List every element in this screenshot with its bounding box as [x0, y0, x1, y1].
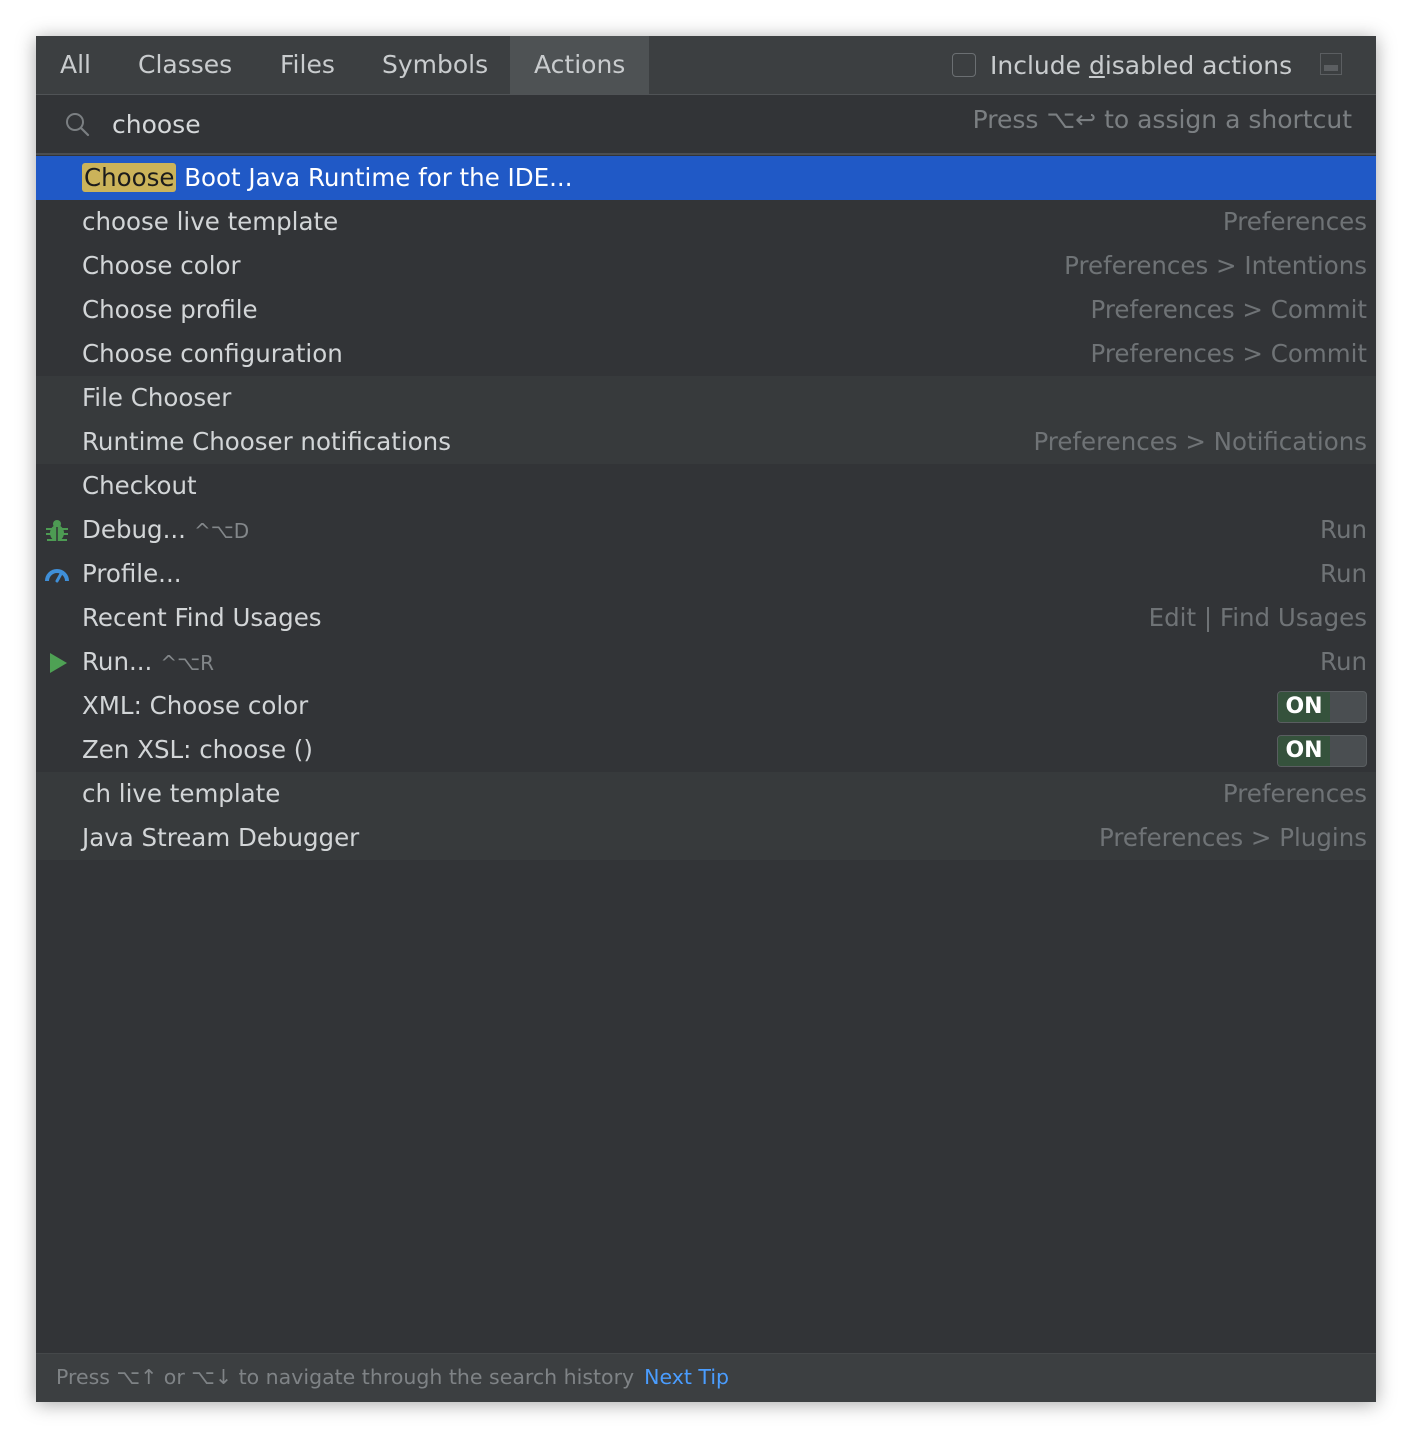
- list-item[interactable]: Java Stream Debugger Preferences > Plugi…: [36, 816, 1376, 860]
- status-text: Press ⌥↑ or ⌥↓ to navigate through the s…: [56, 1365, 730, 1389]
- status-bar: Press ⌥↑ or ⌥↓ to navigate through the s…: [36, 1353, 1376, 1402]
- toggle-switch[interactable]: ON: [1277, 691, 1367, 723]
- item-location: Edit | Find Usages: [1148, 603, 1367, 632]
- item-shortcut: ^⌥D: [193, 519, 250, 543]
- bug-icon: [46, 520, 68, 541]
- item-location: Preferences: [1222, 207, 1367, 236]
- item-label: Choose Boot Java Runtime for the IDE...: [82, 163, 573, 192]
- item-label: Runtime Chooser notifications: [82, 427, 451, 456]
- tab-classes[interactable]: Classes: [114, 36, 256, 94]
- item-label: Recent Find Usages: [82, 603, 322, 632]
- item-label: File Chooser: [82, 383, 232, 412]
- item-label: Debug... ^⌥D: [82, 515, 250, 544]
- item-location: Preferences > Intentions: [1064, 251, 1367, 280]
- shortcut-hint: Press ⌥↩ to assign a shortcut: [972, 105, 1352, 134]
- results-list: Choose Boot Java Runtime for the IDE... …: [36, 156, 1376, 860]
- tab-bar: All Classes Files Symbols Actions Includ…: [36, 36, 1376, 95]
- item-label: Run... ^⌥R: [82, 647, 215, 676]
- search-bar: Press ⌥↩ to assign a shortcut: [36, 95, 1376, 155]
- item-label: Zen XSL: choose (): [82, 735, 313, 764]
- item-location: Preferences > Commit: [1090, 339, 1367, 368]
- item-label: ch live template: [82, 779, 281, 808]
- item-label: Profile...: [82, 559, 182, 588]
- item-location: Preferences > Commit: [1090, 295, 1367, 324]
- list-item[interactable]: Profile... Run: [36, 552, 1376, 596]
- list-item[interactable]: Checkout: [36, 464, 1376, 508]
- list-item[interactable]: ch live template Preferences: [36, 772, 1376, 816]
- item-location: Preferences > Plugins: [1099, 823, 1367, 852]
- item-location: Preferences > Notifications: [1033, 427, 1367, 456]
- item-shortcut: ^⌥R: [160, 651, 215, 675]
- item-location: Run: [1320, 647, 1367, 676]
- list-item[interactable]: Choose Boot Java Runtime for the IDE...: [36, 156, 1376, 200]
- item-label: Choose configuration: [82, 339, 343, 368]
- match-highlight: Choose: [82, 163, 177, 192]
- toggle-on-label: ON: [1278, 736, 1330, 766]
- list-item[interactable]: Choose configuration Preferences > Commi…: [36, 332, 1376, 376]
- pin-window-icon[interactable]: [1320, 53, 1342, 75]
- list-item[interactable]: Debug... ^⌥D Run: [36, 508, 1376, 552]
- item-label: Java Stream Debugger: [82, 823, 360, 852]
- item-label: Choose profile: [82, 295, 258, 324]
- gauge-icon: [45, 569, 69, 583]
- list-item[interactable]: Runtime Chooser notifications Preference…: [36, 420, 1376, 464]
- include-disabled-actions[interactable]: Include disabled actions: [952, 50, 1292, 80]
- tab-actions[interactable]: Actions: [510, 36, 650, 94]
- tab-files[interactable]: Files: [256, 36, 359, 94]
- item-label: Choose color: [82, 251, 241, 280]
- include-disabled-label: Include disabled actions: [990, 50, 1293, 80]
- toggle-switch[interactable]: ON: [1277, 735, 1367, 767]
- item-label: XML: Choose color: [82, 691, 309, 720]
- item-label: choose live template: [82, 207, 339, 236]
- list-item[interactable]: Choose profile Preferences > Commit: [36, 288, 1376, 332]
- list-item[interactable]: Choose color Preferences > Intentions: [36, 244, 1376, 288]
- search-icon: [66, 113, 90, 137]
- next-tip-link[interactable]: Next Tip: [644, 1365, 729, 1389]
- list-item[interactable]: File Chooser: [36, 376, 1376, 420]
- search-everywhere-popup: All Classes Files Symbols Actions Includ…: [36, 36, 1376, 1402]
- item-location: Run: [1320, 559, 1367, 588]
- list-item[interactable]: choose live template Preferences: [36, 200, 1376, 244]
- play-icon: [50, 653, 67, 673]
- item-location: Run: [1320, 515, 1367, 544]
- item-label: Checkout: [82, 471, 197, 500]
- list-item[interactable]: Recent Find Usages Edit | Find Usages: [36, 596, 1376, 640]
- tab-symbols[interactable]: Symbols: [358, 36, 512, 94]
- toggle-on-label: ON: [1278, 692, 1330, 722]
- list-item[interactable]: Run... ^⌥R Run: [36, 640, 1376, 684]
- list-item[interactable]: XML: Choose color ON: [36, 684, 1376, 728]
- include-disabled-checkbox[interactable]: [952, 53, 976, 77]
- item-location: Preferences: [1222, 779, 1367, 808]
- list-item[interactable]: Zen XSL: choose () ON: [36, 728, 1376, 772]
- tab-all[interactable]: All: [36, 36, 115, 94]
- search-input[interactable]: [112, 107, 712, 141]
